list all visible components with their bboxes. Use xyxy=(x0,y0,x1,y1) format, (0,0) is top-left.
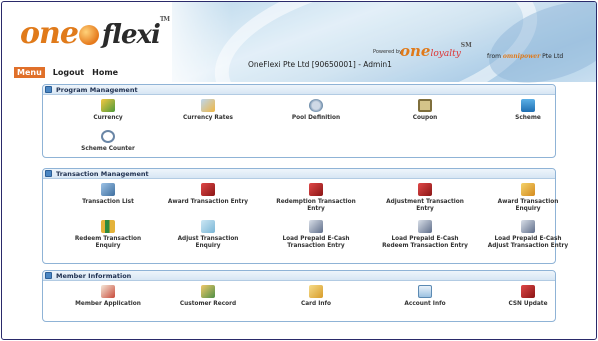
oneloyalty-logo: oneloyaltySM xyxy=(400,42,472,60)
pool-definition-icon xyxy=(309,99,323,112)
redemption-entry-icon xyxy=(309,183,323,196)
program-item-scheme-counter[interactable]: Scheme Counter xyxy=(65,130,151,153)
program-management-panel: Program Management Currency Currency Rat… xyxy=(42,84,556,158)
currency-rates-icon xyxy=(201,99,215,112)
from-omnipower: from omnipower Pte Ltd xyxy=(487,53,564,60)
banner-graphic xyxy=(172,2,596,82)
member-item-account-info[interactable]: Account Info xyxy=(382,285,468,308)
transaction-item-adjustment-entry[interactable]: Adjustment Transaction Entry xyxy=(382,183,468,213)
transaction-list-icon xyxy=(101,183,115,196)
adjustment-entry-icon xyxy=(418,183,432,196)
transaction-item-load-ecash-adjust[interactable]: Load Prepaid E-Cash Adjust Transaction E… xyxy=(485,220,571,250)
member-item-customer-record[interactable]: Customer Record xyxy=(165,285,251,308)
company-info: OneFlexi Pte Ltd [90650001] - Admin1 xyxy=(248,60,392,69)
panel-grip-icon xyxy=(45,170,52,177)
panel-grip-icon xyxy=(45,86,52,93)
oneflexi-logo: one flexiTM xyxy=(20,16,170,51)
account-info-icon xyxy=(418,285,432,298)
transaction-item-award-enquiry[interactable]: Award Transaction Enquiry xyxy=(485,183,571,213)
transaction-item-adjust-enquiry[interactable]: Adjust Transaction Enquiry xyxy=(165,220,251,250)
logout-link[interactable]: Logout xyxy=(53,68,84,77)
redeem-enquiry-icon xyxy=(101,220,115,233)
program-item-currency-rates[interactable]: Currency Rates xyxy=(165,99,251,122)
home-link[interactable]: Home xyxy=(92,68,118,77)
member-item-csn-update[interactable]: CSN Update xyxy=(485,285,571,308)
transaction-item-load-ecash-entry[interactable]: Load Prepaid E-Cash Transaction Entry xyxy=(273,220,359,250)
customer-record-icon xyxy=(201,285,215,298)
program-item-scheme[interactable]: Scheme xyxy=(485,99,571,122)
transaction-item-redeem-enquiry[interactable]: Redeem Transaction Enquiry xyxy=(65,220,151,250)
powered-by-label: Powered by xyxy=(373,49,402,55)
transaction-item-award-entry[interactable]: Award Transaction Entry xyxy=(165,183,251,206)
panel-title: Program Management xyxy=(56,85,138,94)
scheme-icon xyxy=(521,99,535,112)
app-frame: one flexiTM Menu Logout Home OneFlexi Pte… xyxy=(1,1,597,340)
transaction-item-load-ecash-redeem[interactable]: Load Prepaid E-Cash Redeem Transaction E… xyxy=(382,220,468,250)
load-ecash-adjust-icon xyxy=(521,220,535,233)
coupon-icon xyxy=(418,99,432,112)
transaction-item-redemption-entry[interactable]: Redemption Transaction Entry xyxy=(273,183,359,213)
program-item-currency[interactable]: Currency xyxy=(65,99,151,122)
program-item-coupon[interactable]: Coupon xyxy=(382,99,468,122)
card-info-icon xyxy=(309,285,323,298)
panel-title: Member Information xyxy=(56,271,132,280)
member-item-application[interactable]: Member Application xyxy=(65,285,151,308)
header: one flexiTM Menu Logout Home OneFlexi Pte… xyxy=(2,2,596,82)
menu-link[interactable]: Menu xyxy=(14,66,45,78)
currency-icon xyxy=(101,99,115,112)
top-nav: Menu Logout Home xyxy=(14,66,118,78)
panel-grip-icon xyxy=(45,272,52,279)
program-item-pool-definition[interactable]: Pool Definition xyxy=(273,99,359,122)
transaction-item-list[interactable]: Transaction List xyxy=(65,183,151,206)
scheme-counter-icon xyxy=(101,130,115,143)
csn-update-icon xyxy=(521,285,535,298)
award-entry-icon xyxy=(201,183,215,196)
award-enquiry-icon xyxy=(521,183,535,196)
panel-title: Transaction Management xyxy=(56,169,149,178)
member-application-icon xyxy=(101,285,115,298)
transaction-management-panel: Transaction Management Transaction List … xyxy=(42,168,568,264)
load-ecash-entry-icon xyxy=(309,220,323,233)
load-ecash-redeem-icon xyxy=(418,220,432,233)
member-information-panel: Member Information Member Application Cu… xyxy=(42,270,556,322)
adjust-enquiry-icon xyxy=(201,220,215,233)
member-item-card-info[interactable]: Card Info xyxy=(273,285,359,308)
